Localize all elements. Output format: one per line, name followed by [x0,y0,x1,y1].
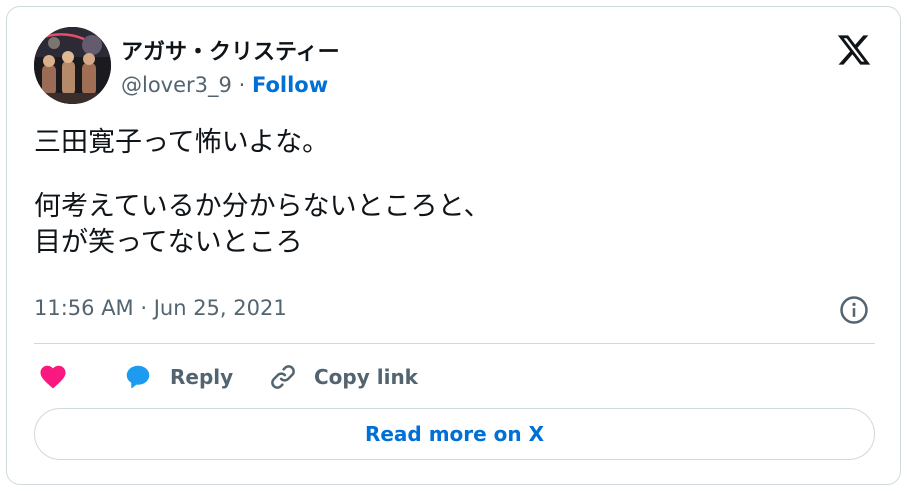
tweet-line: 目が笑ってないところ [34,227,303,258]
read-more-button[interactable]: Read more on X [34,408,875,460]
heart-icon [38,362,68,392]
tweet-line: 三田寛子って怖いよな。 [34,127,330,158]
reply-label: Reply [170,365,234,389]
tweet-line: 何考えているか分からないところと、 [34,191,491,222]
avatar-image [34,27,111,104]
follow-button[interactable]: Follow [252,73,328,97]
display-name[interactable]: アガサ・クリスティー [121,34,340,66]
divider [34,343,875,344]
avatar[interactable] [34,27,111,104]
copy-link-button[interactable]: Copy link [268,359,418,395]
link-icon [268,362,298,392]
user-meta: @lover3_9 · Follow [121,73,328,97]
reply-button[interactable]: Reply [122,359,233,395]
user-handle[interactable]: @lover3_9 [121,73,232,97]
like-button[interactable] [38,359,68,395]
copy-link-label: Copy link [314,365,418,389]
reply-bubble-icon [122,362,154,392]
tweet-line [34,161,874,189]
tweet-text: 三田寛子って怖いよな。 何考えているか分からないところと、 目が笑ってないところ [34,125,874,261]
tweet-timestamp[interactable]: 11:56 AM · Jun 25, 2021 [34,296,287,320]
info-icon[interactable] [839,295,869,325]
tweet-card: アガサ・クリスティー @lover3_9 · Follow 三田寛子って怖いよな… [6,6,901,485]
x-logo-icon[interactable] [836,32,872,68]
separator-dot: · [238,73,246,97]
